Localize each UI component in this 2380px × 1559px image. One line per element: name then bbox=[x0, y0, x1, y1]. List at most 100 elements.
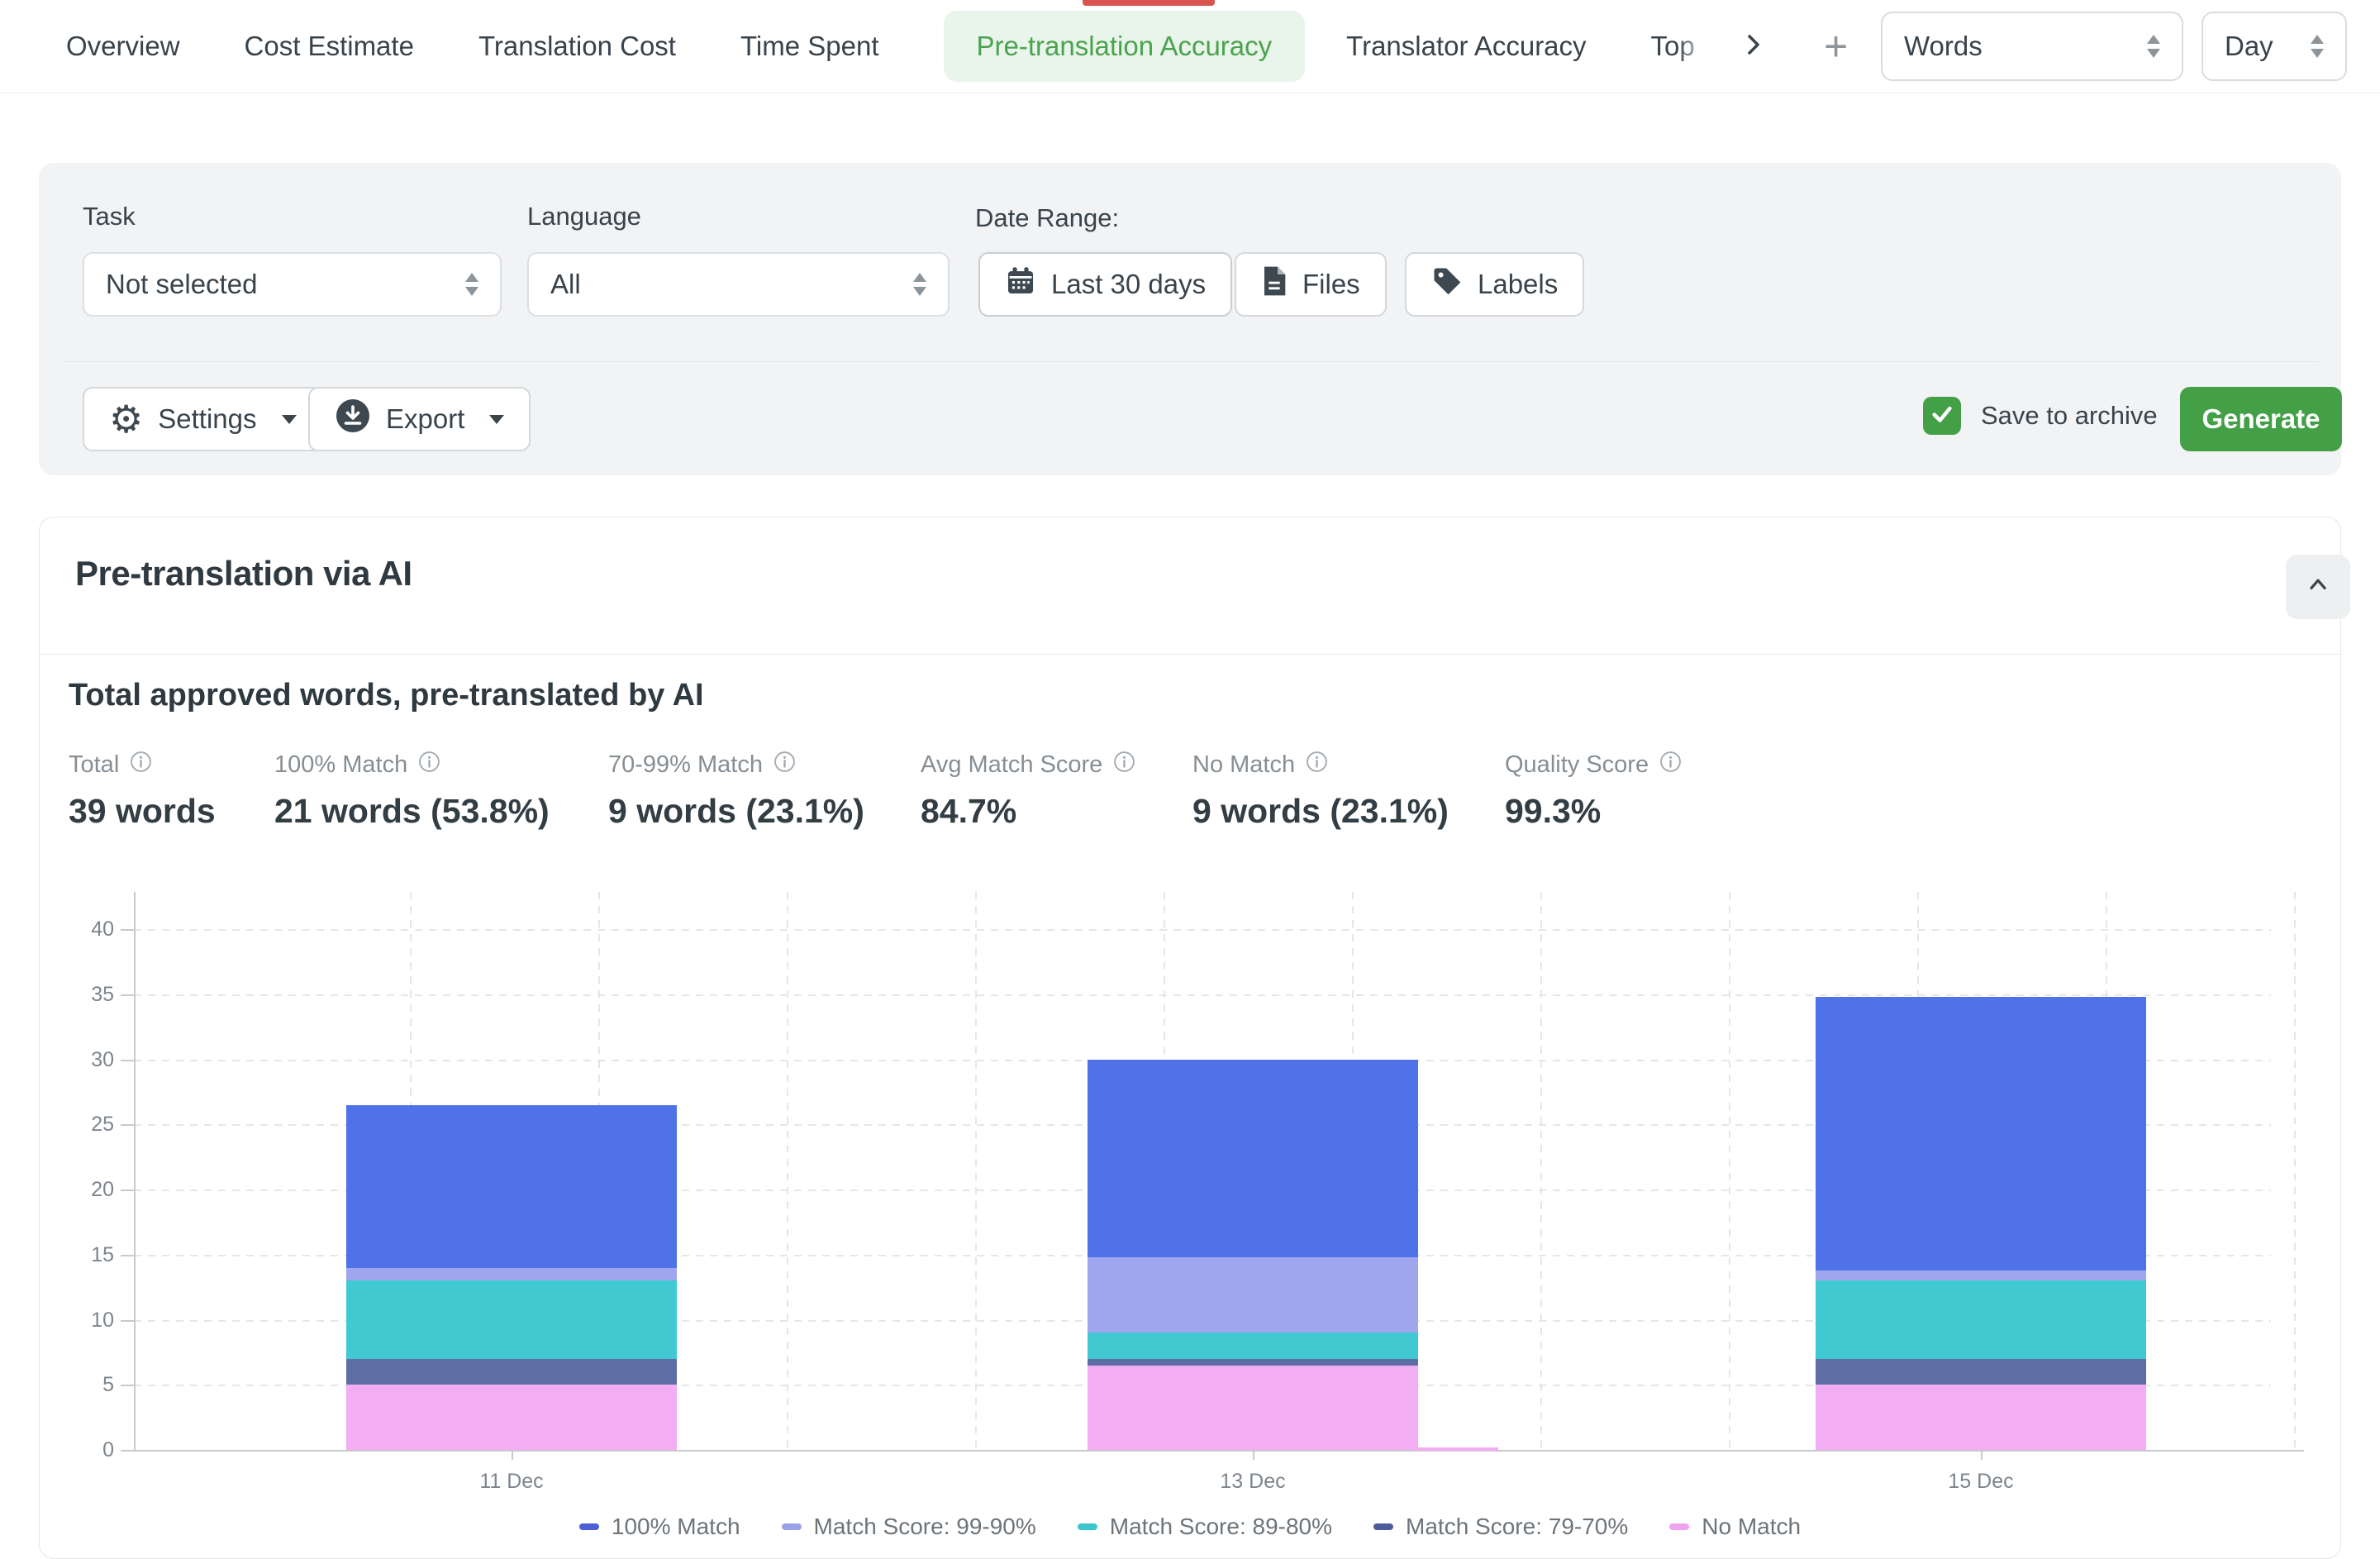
tab-top-truncated[interactable]: Top bbox=[1651, 31, 1716, 62]
date-range-label: Date Range: bbox=[975, 203, 1119, 233]
bar-segment-tiny-14-Dec bbox=[1418, 1447, 1498, 1451]
y-axis-label: 20 bbox=[63, 1178, 114, 1202]
y-axis-tick bbox=[121, 929, 134, 931]
y-axis-line bbox=[134, 892, 136, 1450]
tab-overview[interactable]: Overview bbox=[66, 31, 180, 62]
bar-segment-15-Dec bbox=[1816, 1385, 2146, 1450]
x-axis-tick bbox=[512, 1450, 513, 1460]
legend-item[interactable]: Match Score: 99-90% bbox=[782, 1514, 1036, 1540]
legend-item[interactable]: 100% Match bbox=[579, 1514, 740, 1540]
bar-segment-15-Dec bbox=[1816, 997, 2146, 1271]
export-button-label: Export bbox=[386, 403, 464, 435]
y-axis-tick bbox=[121, 1385, 134, 1386]
bar-segment-13-Dec bbox=[1088, 1257, 1418, 1333]
chart-horizontal-gridline bbox=[134, 994, 2271, 996]
tab-cost-estimate[interactable]: Cost Estimate bbox=[245, 31, 414, 62]
sort-arrows-icon bbox=[2147, 35, 2160, 58]
bar-segment-15-Dec bbox=[1816, 1271, 2146, 1281]
tag-icon bbox=[1431, 265, 1463, 303]
add-tab-button[interactable]: + bbox=[1811, 21, 1861, 71]
unit-select[interactable]: Words bbox=[1881, 12, 2183, 81]
labels-button-label: Labels bbox=[1478, 269, 1558, 300]
tabs-scroll-right-button[interactable] bbox=[1729, 21, 1778, 71]
chevron-right-icon bbox=[1740, 31, 1767, 62]
settings-button[interactable]: ⚙ Settings bbox=[83, 387, 323, 451]
y-axis-label: 30 bbox=[63, 1048, 114, 1072]
language-select[interactable]: All bbox=[527, 252, 950, 317]
bar-segment-11-Dec bbox=[346, 1268, 677, 1281]
y-axis-label: 0 bbox=[63, 1438, 114, 1462]
y-axis-label: 35 bbox=[63, 983, 114, 1007]
tabbar-selects: Words Day bbox=[1881, 12, 2347, 81]
tab-time-spent[interactable]: Time Spent bbox=[740, 31, 879, 62]
filter-panel-divider bbox=[62, 361, 2318, 362]
y-axis-label: 25 bbox=[63, 1113, 114, 1137]
y-axis-tick bbox=[121, 1255, 134, 1256]
tab-translator-accuracy[interactable]: Translator Accuracy bbox=[1346, 31, 1586, 62]
chart-vertical-gridline bbox=[2294, 892, 2296, 1450]
chart-horizontal-gridline bbox=[134, 929, 2271, 931]
legend-marker bbox=[1078, 1523, 1097, 1530]
legend-item[interactable]: Match Score: 89-80% bbox=[1078, 1514, 1332, 1540]
y-axis-label: 5 bbox=[63, 1373, 114, 1397]
legend-marker bbox=[1373, 1523, 1393, 1530]
bar-segment-11-Dec bbox=[346, 1385, 677, 1450]
caret-down-icon bbox=[489, 415, 504, 424]
bar-segment-15-Dec bbox=[1816, 1359, 2146, 1385]
sort-arrows-icon bbox=[2311, 35, 2324, 58]
check-icon bbox=[1930, 402, 1954, 431]
date-range-value: Last 30 days bbox=[1051, 269, 1206, 300]
y-axis-tick bbox=[121, 1320, 134, 1322]
labels-filter-button[interactable]: Labels bbox=[1405, 252, 1584, 317]
export-button[interactable]: Export bbox=[308, 387, 531, 451]
bar-segment-13-Dec bbox=[1088, 1359, 1418, 1366]
x-axis-label: 13 Dec bbox=[1178, 1470, 1327, 1494]
tab-pre-translation-accuracy[interactable]: Pre-translation Accuracy bbox=[944, 11, 1306, 82]
period-select-value: Day bbox=[2225, 31, 2273, 62]
files-button-label: Files bbox=[1302, 269, 1360, 300]
legend-label: Match Score: 89-80% bbox=[1110, 1514, 1332, 1540]
download-icon bbox=[335, 398, 371, 441]
task-label: Task bbox=[83, 202, 136, 231]
stacked-bar-chart: 051015202530354011 Dec13 Dec15 Dec bbox=[40, 517, 2340, 1558]
chart-vertical-gridline bbox=[975, 892, 977, 1450]
legend-item[interactable]: Match Score: 79-70% bbox=[1373, 1514, 1628, 1540]
legend-label: No Match bbox=[1702, 1514, 1801, 1540]
language-select-value: All bbox=[550, 269, 581, 300]
task-select-value: Not selected bbox=[106, 269, 257, 300]
y-axis-label: 15 bbox=[63, 1243, 114, 1267]
gear-icon: ⚙ bbox=[109, 400, 143, 438]
files-filter-button[interactable]: Files bbox=[1235, 252, 1387, 317]
task-select[interactable]: Not selected bbox=[83, 252, 502, 317]
legend-label: 100% Match bbox=[612, 1514, 740, 1540]
y-axis-tick bbox=[121, 1190, 134, 1191]
legend-marker bbox=[579, 1523, 599, 1530]
period-select[interactable]: Day bbox=[2202, 12, 2347, 81]
bar-segment-15-Dec bbox=[1816, 1280, 2146, 1359]
settings-button-label: Settings bbox=[158, 403, 256, 435]
y-axis-label: 40 bbox=[63, 918, 114, 942]
bar-segment-11-Dec bbox=[346, 1280, 677, 1359]
tab-translation-cost[interactable]: Translation Cost bbox=[478, 31, 676, 62]
date-range-button[interactable]: Last 30 days bbox=[978, 252, 1232, 317]
y-axis-tick bbox=[121, 994, 134, 996]
chart-vertical-gridline bbox=[1729, 892, 1730, 1450]
report-filter-panel: Task Not selected Language All Date Rang… bbox=[39, 163, 2341, 475]
y-axis-tick bbox=[121, 1124, 134, 1126]
x-axis-tick bbox=[1981, 1450, 1983, 1460]
y-axis-tick bbox=[121, 1060, 134, 1061]
file-icon bbox=[1261, 265, 1288, 303]
save-to-archive-option: Save to archive bbox=[1923, 397, 2158, 435]
bar-segment-13-Dec bbox=[1088, 1366, 1418, 1450]
bar-segment-11-Dec bbox=[346, 1359, 677, 1385]
legend-item[interactable]: No Match bbox=[1669, 1514, 1801, 1540]
x-axis-label: 15 Dec bbox=[1906, 1470, 2055, 1494]
chart-vertical-gridline bbox=[1540, 892, 1542, 1450]
generate-button[interactable]: Generate bbox=[2180, 387, 2342, 451]
save-to-archive-checkbox[interactable] bbox=[1923, 397, 1961, 435]
chart-legend: 100% Match Match Score: 99-90% Match Score… bbox=[40, 1514, 2340, 1540]
bar-segment-13-Dec bbox=[1088, 1060, 1418, 1257]
sort-arrows-icon bbox=[913, 273, 926, 296]
save-to-archive-label: Save to archive bbox=[1981, 401, 2158, 431]
bar-segment-13-Dec bbox=[1088, 1333, 1418, 1359]
